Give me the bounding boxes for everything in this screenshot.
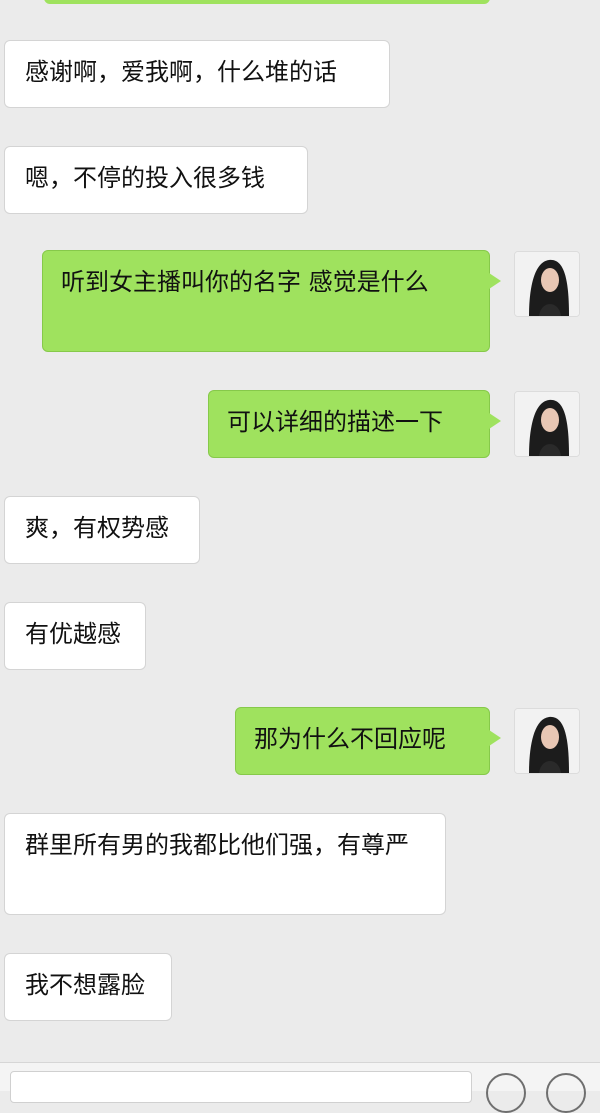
incoming-message[interactable]: 群里所有男的我都比他们强，有尊严 bbox=[4, 813, 446, 915]
incoming-message[interactable]: 感谢啊，爱我啊，什么堆的话 bbox=[4, 40, 390, 108]
voice-icon[interactable] bbox=[486, 1073, 526, 1113]
user-avatar-icon bbox=[515, 709, 579, 773]
incoming-message[interactable]: 嗯，不停的投入很多钱 bbox=[4, 146, 308, 214]
chat-message-list[interactable]: 感谢啊，爱我啊，什么堆的话 嗯，不停的投入很多钱 听到女主播叫你的名字 感觉是什… bbox=[0, 0, 600, 1060]
outgoing-message[interactable]: 听到女主播叫你的名字 感觉是什么 bbox=[42, 250, 501, 352]
user-avatar[interactable] bbox=[514, 251, 580, 317]
outgoing-message[interactable]: 那为什么不回应呢 bbox=[235, 707, 501, 775]
user-avatar-icon bbox=[515, 392, 579, 456]
chat-input-bar bbox=[0, 1062, 600, 1113]
incoming-message[interactable]: 有优越感 bbox=[4, 602, 146, 670]
message-input[interactable] bbox=[10, 1071, 472, 1103]
incoming-message[interactable]: 爽，有权势感 bbox=[4, 496, 200, 564]
incoming-message[interactable]: 我不想露脸 bbox=[4, 953, 172, 1021]
user-avatar[interactable] bbox=[514, 391, 580, 457]
user-avatar-icon bbox=[515, 252, 579, 316]
emoji-icon[interactable] bbox=[546, 1073, 586, 1113]
outgoing-message[interactable]: 可以详细的描述一下 bbox=[208, 390, 501, 458]
previous-outgoing-bubble-edge bbox=[44, 0, 490, 4]
user-avatar[interactable] bbox=[514, 708, 580, 774]
